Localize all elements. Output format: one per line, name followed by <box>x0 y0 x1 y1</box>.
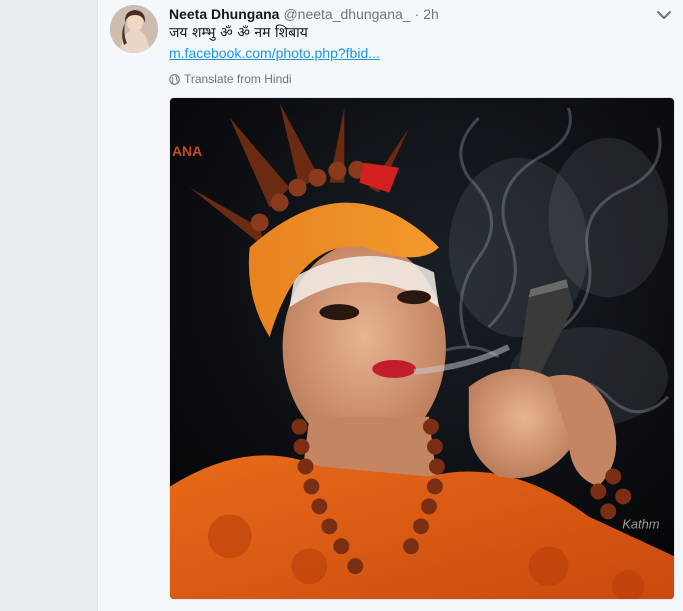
separator-dot: · <box>414 6 420 22</box>
tweet-timestamp[interactable]: 2h <box>423 6 439 22</box>
chevron-down-icon <box>657 10 671 19</box>
tweet-link[interactable]: m.facebook.com/photo.php?fbid... <box>169 45 380 61</box>
watermark-bottom: Kathm <box>622 516 660 531</box>
tweet-text: जय शम्भु ॐ ॐ नम शिबाय <box>169 25 308 41</box>
tweet-photo[interactable]: ANA Kathm <box>169 97 675 600</box>
translate-tweet[interactable]: Translate from Hindi <box>169 71 292 87</box>
avatar[interactable] <box>110 5 158 53</box>
photo-image: ANA Kathm <box>170 98 674 599</box>
tweet-header: Neeta Dhungana @neeta_dhungana_ · 2h <box>169 4 439 24</box>
tweet-card[interactable]: Neeta Dhungana @neeta_dhungana_ · 2h जय … <box>97 0 683 611</box>
left-gutter <box>0 0 97 611</box>
watermark-top: ANA <box>172 143 202 159</box>
avatar-image <box>110 5 158 53</box>
author-name[interactable]: Neeta Dhungana <box>169 6 279 22</box>
tweet-menu-button[interactable] <box>655 6 673 24</box>
translate-label: Translate from Hindi <box>184 72 292 86</box>
author-handle[interactable]: @neeta_dhungana_ <box>283 6 410 22</box>
globe-icon <box>169 73 180 85</box>
